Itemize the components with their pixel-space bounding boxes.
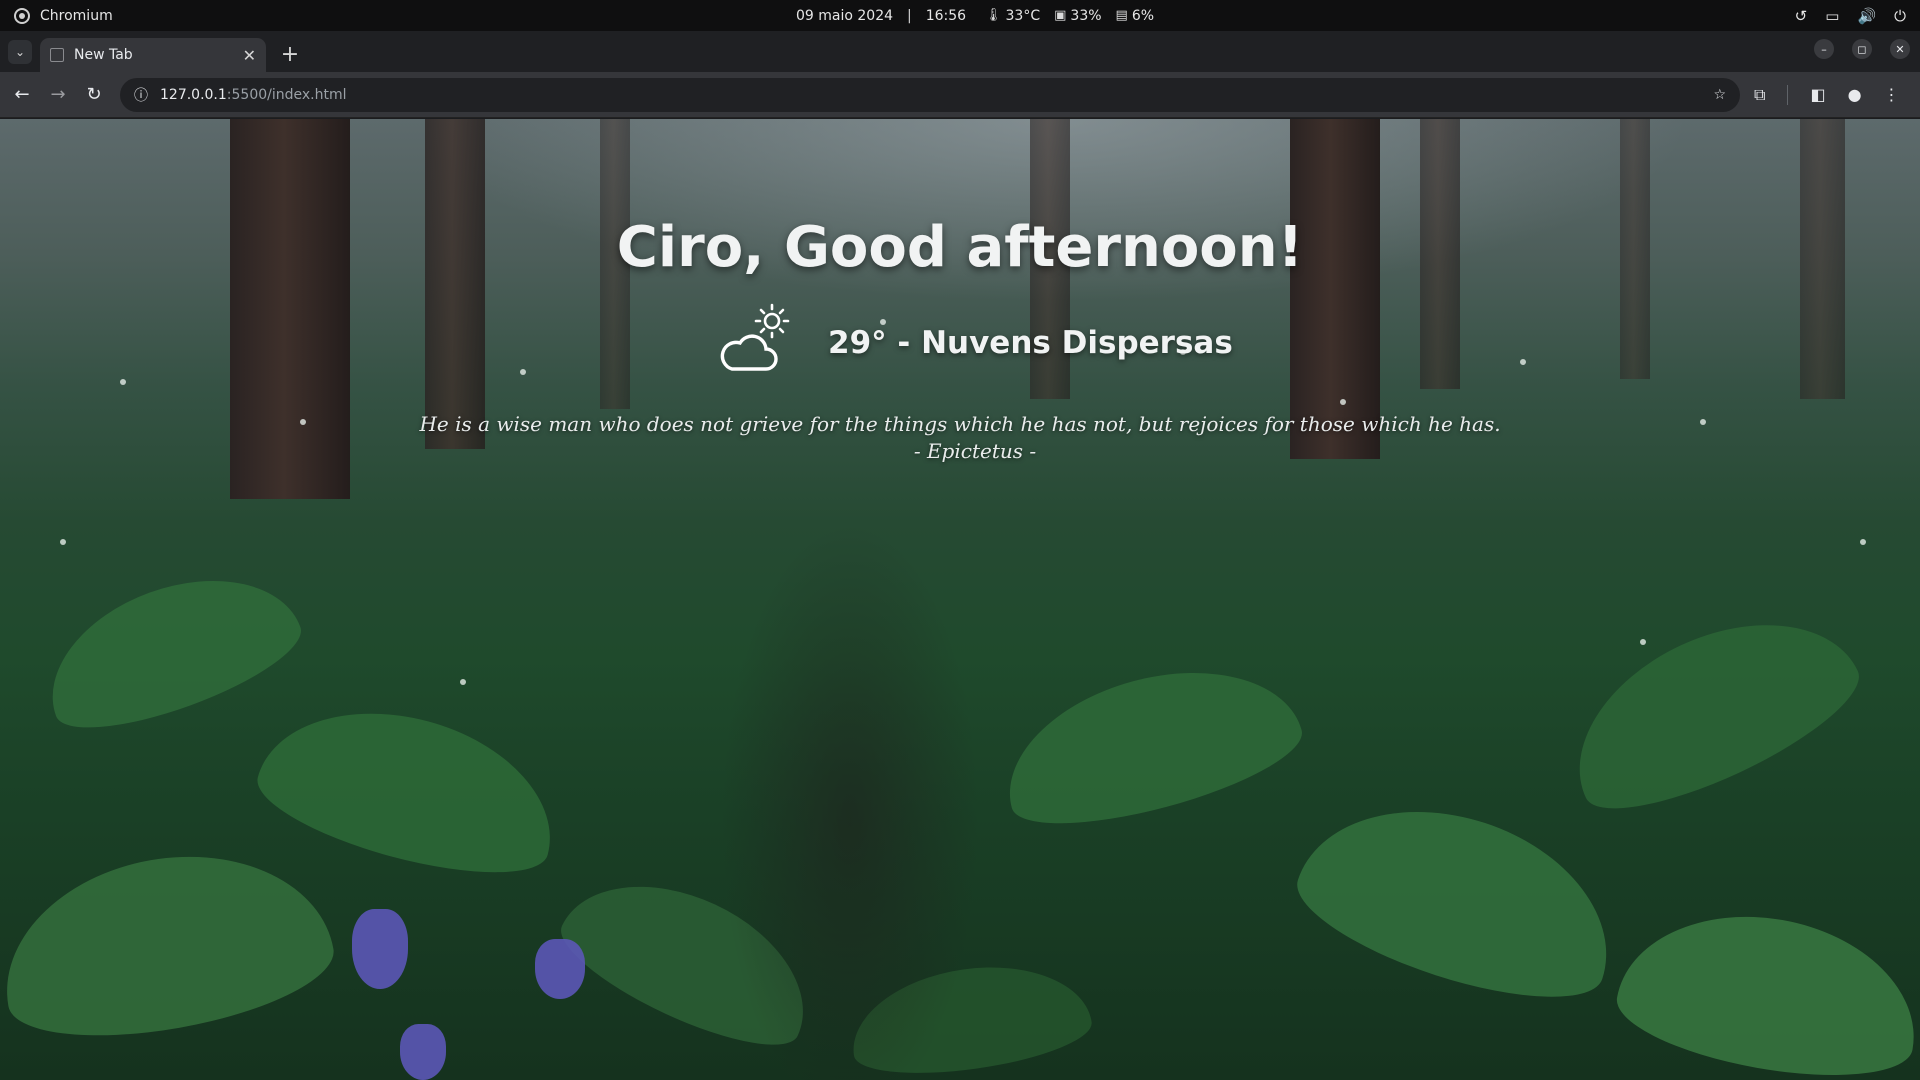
weather-summary: 29° - Nuvens Dispersas xyxy=(828,325,1233,361)
arrow-right-icon: → xyxy=(50,84,66,105)
chromium-icon xyxy=(14,7,30,24)
cloud-sun-icon xyxy=(720,303,790,371)
disk-usage-indicator: ▤ 6% xyxy=(1116,8,1155,24)
browser-toolbar: ← → ↻ ⓘ 127.0.0.1:5500/index.html ☆ ⧉ ◧ … xyxy=(0,72,1920,118)
minimize-button[interactable]: – xyxy=(1814,39,1834,59)
cpu-usage-indicator: ▣ 33% xyxy=(1054,8,1101,24)
site-info-icon[interactable]: ⓘ xyxy=(134,85,148,105)
maximize-button[interactable]: ◻ xyxy=(1852,39,1872,59)
cpu-temp-value: 33°C xyxy=(1005,7,1041,24)
side-panel-icon[interactable]: ◧ xyxy=(1810,85,1825,104)
minimize-icon: – xyxy=(1821,42,1827,56)
toolbar-divider xyxy=(1787,84,1789,105)
disk-usage-value: 6% xyxy=(1131,7,1155,24)
quote-author: - Epictetus - xyxy=(913,439,1037,463)
tab-strip: ⌄ New Tab ✕ + – ◻ ✕ xyxy=(0,31,1920,72)
page-icon xyxy=(50,48,64,62)
os-clock-separator: | xyxy=(907,7,912,24)
os-active-app[interactable]: Chromium xyxy=(0,7,113,24)
os-app-name: Chromium xyxy=(40,7,113,24)
cpu-usage-value: 33% xyxy=(1070,7,1102,24)
url-text: 127.0.0.1:5500/index.html xyxy=(160,87,347,103)
volume-icon[interactable]: 🔊 xyxy=(1857,7,1876,25)
arrow-left-icon: ← xyxy=(14,84,30,105)
os-clock[interactable]: 09 maio 2024 | 16:56 xyxy=(796,0,966,31)
close-icon: ✕ xyxy=(1895,42,1905,56)
os-tray: ↺ ▭ 🔊 ⏻ xyxy=(1795,0,1906,31)
menu-icon[interactable]: ⋮ xyxy=(1884,85,1900,104)
toolbar-actions: ⧉ ◧ ● ⋮ xyxy=(1754,84,1900,105)
os-time: 16:56 xyxy=(925,7,967,24)
os-top-bar: Chromium 09 maio 2024 | 16:56 🌡 33°C ▣ 3… xyxy=(0,0,1920,31)
address-bar[interactable]: ⓘ 127.0.0.1:5500/index.html ☆ xyxy=(120,77,1740,112)
close-icon[interactable]: ✕ xyxy=(243,46,256,65)
os-system-monitor[interactable]: 🌡 33°C ▣ 33% ▤ 6% xyxy=(985,0,1154,31)
weather-widget: 29° - Nuvens Dispersas xyxy=(716,301,1233,377)
greeting-heading: Ciro, Good afternoon! xyxy=(616,215,1304,280)
tab-new-tab[interactable]: New Tab ✕ xyxy=(40,38,266,72)
display-icon[interactable]: ▭ xyxy=(1825,7,1839,25)
tab-search-button[interactable]: ⌄ xyxy=(8,40,32,64)
disk-icon: ▤ xyxy=(1115,8,1128,23)
cpu-icon: ▣ xyxy=(1054,8,1067,23)
back-button[interactable]: ← xyxy=(8,81,36,109)
startpage-content: Ciro, Good afternoon! 29° - Nuvens Dispe… xyxy=(0,119,1920,1080)
maximize-icon: ◻ xyxy=(1857,42,1867,56)
profile-icon[interactable]: ● xyxy=(1848,85,1862,104)
url-path: :5500/index.html xyxy=(226,86,347,103)
thermometer-icon: 🌡 xyxy=(985,8,1002,23)
power-profile-icon[interactable]: ↺ xyxy=(1795,7,1808,25)
reload-icon: ↻ xyxy=(86,84,102,105)
extensions-icon[interactable]: ⧉ xyxy=(1754,85,1765,105)
reload-button[interactable]: ↻ xyxy=(80,81,108,109)
power-icon[interactable]: ⏻ xyxy=(1894,7,1906,25)
chevron-down-icon: ⌄ xyxy=(14,45,26,59)
quote-block: He is a wise man who does not grieve for… xyxy=(0,411,1920,465)
cpu-temp-indicator: 🌡 33°C xyxy=(985,8,1040,24)
url-host: 127.0.0.1 xyxy=(160,86,227,103)
plus-icon: + xyxy=(280,41,300,67)
forward-button[interactable]: → xyxy=(44,81,72,109)
tab-title: New Tab xyxy=(74,47,133,63)
window-controls: – ◻ ✕ xyxy=(1814,39,1910,59)
new-tab-button[interactable]: + xyxy=(276,40,304,68)
page-viewport: Ciro, Good afternoon! 29° - Nuvens Dispe… xyxy=(0,119,1920,1080)
bookmark-star-icon[interactable]: ☆ xyxy=(1713,87,1726,103)
close-window-button[interactable]: ✕ xyxy=(1890,39,1910,59)
os-date: 09 maio 2024 xyxy=(796,7,894,24)
quote-text: He is a wise man who does not grieve for… xyxy=(419,412,1501,436)
